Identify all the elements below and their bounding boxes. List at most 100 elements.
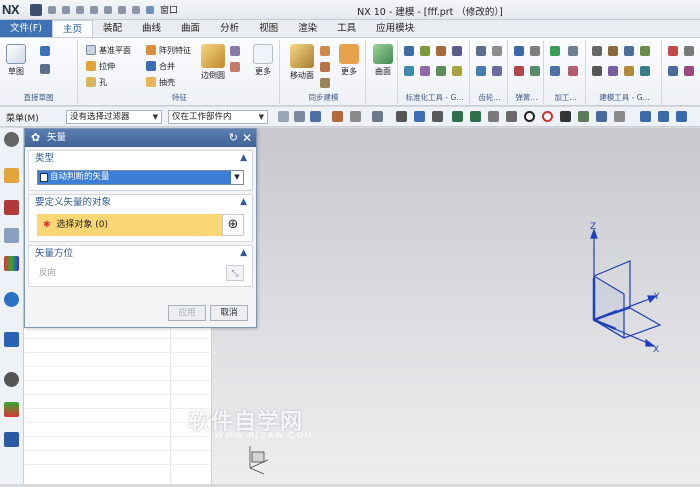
reuse-library-icon[interactable] (4, 256, 19, 271)
select-tool-1-icon[interactable] (278, 111, 289, 122)
select-object-field[interactable]: ✱ 选择对象 (0) ⊕ (37, 214, 244, 236)
assembly-navigator-icon[interactable] (4, 200, 19, 215)
reset-icon[interactable]: ↻ (229, 129, 238, 147)
shell-button[interactable]: 抽壳 (146, 76, 175, 88)
select-tool-9-icon[interactable] (432, 111, 443, 122)
gear-tool-2-icon[interactable] (492, 46, 502, 56)
select-tool-5-icon[interactable] (350, 111, 361, 122)
std-tool-8-icon[interactable] (452, 66, 462, 76)
gear-tool-3-icon[interactable] (476, 66, 486, 76)
vector-type-select[interactable]: 自动判断的矢量 ▼ (37, 170, 244, 185)
spring-tool-1-icon[interactable] (514, 46, 524, 56)
sketch-button[interactable]: 草图 (3, 42, 29, 77)
file-menu-tab[interactable]: 文件(F) (0, 20, 52, 37)
tab-analysis[interactable]: 分析 (210, 20, 249, 37)
pattern-feature-button[interactable]: 阵列特征 (146, 44, 191, 56)
select-tool-3-icon[interactable] (310, 111, 321, 122)
datum-plane-button[interactable]: 基准平面 (86, 44, 131, 56)
snap-point-icon[interactable] (560, 111, 571, 122)
view-tool-2-icon[interactable] (658, 111, 669, 122)
gear-tool-4-icon[interactable] (492, 66, 502, 76)
web-browser-icon[interactable] (4, 292, 19, 307)
rectangle-icon[interactable] (40, 64, 50, 74)
part-navigator-icon[interactable] (4, 168, 19, 183)
tab-view[interactable]: 视图 (249, 20, 288, 37)
build-tool-3-icon[interactable] (624, 46, 634, 56)
close-icon[interactable]: ✕ (242, 129, 252, 147)
machining-tool-1-icon[interactable] (550, 46, 560, 56)
std-tool-1-icon[interactable] (404, 46, 414, 56)
tab-tools[interactable]: 工具 (327, 20, 366, 37)
process-studio-icon[interactable] (4, 402, 19, 417)
snap-endpoint-icon[interactable] (596, 111, 607, 122)
snap-midpoint-icon[interactable] (578, 111, 589, 122)
cancel-button[interactable]: 取消 (210, 305, 248, 321)
std-tool-7-icon[interactable] (436, 66, 446, 76)
reverse-direction-button[interactable]: ⤡ (226, 265, 244, 281)
build-tool-8-icon[interactable] (640, 66, 650, 76)
tab-surface[interactable]: 曲面 (171, 20, 210, 37)
spring-tool-2-icon[interactable] (530, 46, 540, 56)
std-tool-3-icon[interactable] (436, 46, 446, 56)
build-tool-1-icon[interactable] (592, 46, 602, 56)
chevron-up-icon[interactable]: ▲ (240, 153, 247, 163)
tab-render[interactable]: 渲染 (288, 20, 327, 37)
extrude-button[interactable]: 拉伸 (86, 60, 115, 72)
snap-tangent-icon[interactable] (488, 111, 499, 122)
chamfer-icon[interactable] (230, 46, 240, 56)
clock-icon[interactable] (4, 372, 19, 387)
machining-tool-4-icon[interactable] (568, 66, 578, 76)
tab-curve[interactable]: 曲线 (132, 20, 171, 37)
curve-icon[interactable] (40, 46, 50, 56)
unite-button[interactable]: 合并 (146, 60, 175, 72)
pull-face-icon[interactable] (320, 46, 330, 56)
tab-home[interactable]: 主页 (52, 20, 94, 37)
chevron-up-icon[interactable]: ▲ (240, 197, 247, 207)
chevron-up-icon[interactable]: ▲ (240, 248, 247, 258)
edge-blend-button[interactable]: 边倒圆 (198, 42, 228, 81)
snap-intersection-icon[interactable] (614, 111, 625, 122)
gear-icon[interactable]: ✿ (31, 132, 40, 144)
hole-button[interactable]: 孔 (86, 76, 107, 88)
std-tool-4-icon[interactable] (452, 46, 462, 56)
extra-tool-4-icon[interactable] (684, 66, 694, 76)
select-tool-6-icon[interactable] (372, 111, 383, 122)
replace-face-icon[interactable] (320, 78, 330, 88)
surface-button[interactable]: 曲面 (370, 42, 396, 77)
build-tool-2-icon[interactable] (608, 46, 618, 56)
build-tool-4-icon[interactable] (640, 46, 650, 56)
more-feature-button[interactable]: 更多 (250, 42, 276, 77)
std-tool-6-icon[interactable] (420, 66, 430, 76)
tab-application[interactable]: 应用模块 (366, 20, 424, 37)
std-tool-5-icon[interactable] (404, 66, 414, 76)
apply-button[interactable]: 应用 (168, 305, 206, 321)
snap-perp-icon[interactable] (506, 111, 517, 122)
move-face-button[interactable]: 移动面 (286, 42, 318, 81)
gear-tool-1-icon[interactable] (476, 46, 486, 56)
main-menu-button[interactable]: 菜单(M) (6, 111, 39, 124)
select-tool-8-icon[interactable] (414, 111, 425, 122)
build-tool-6-icon[interactable] (608, 66, 618, 76)
select-tool-4-icon[interactable] (332, 111, 343, 122)
snap-line-icon[interactable] (452, 111, 463, 122)
offset-region-icon[interactable] (320, 62, 330, 72)
constraint-navigator-icon[interactable] (4, 228, 19, 243)
extra-tool-3-icon[interactable] (668, 66, 678, 76)
selection-scope-dropdown[interactable]: 仅在工作部件内 ▼ (168, 110, 268, 124)
snap-quadrant-icon[interactable] (542, 111, 553, 122)
snap-center-icon[interactable] (524, 111, 535, 122)
orientation-section-header[interactable]: 矢量方位 (29, 246, 252, 262)
extra-tool-1-icon[interactable] (668, 46, 678, 56)
settings-gear-icon[interactable] (4, 132, 19, 147)
view-tool-3-icon[interactable] (676, 111, 687, 122)
type-section-header[interactable]: 类型 (29, 151, 252, 167)
more-sync-button[interactable]: 更多 (336, 42, 362, 77)
extra-tool-2-icon[interactable] (684, 46, 694, 56)
view-tool-1-icon[interactable] (640, 111, 651, 122)
object-section-header[interactable]: 要定义矢量的对象 (29, 195, 252, 211)
history-icon[interactable] (4, 332, 19, 347)
snap-angle-icon[interactable] (470, 111, 481, 122)
build-tool-5-icon[interactable] (592, 66, 602, 76)
machining-tool-2-icon[interactable] (568, 46, 578, 56)
tab-assemblies[interactable]: 装配 (93, 20, 132, 37)
